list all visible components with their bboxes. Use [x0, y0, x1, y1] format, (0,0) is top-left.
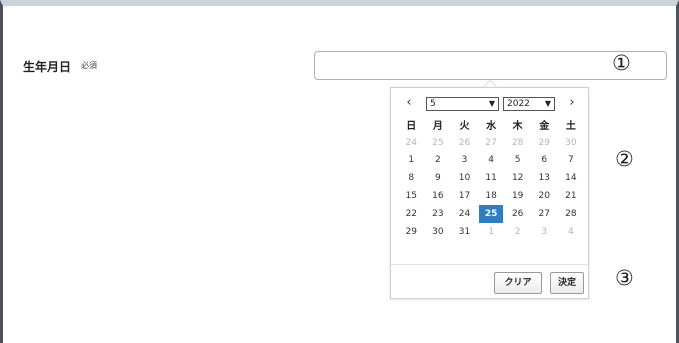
chevron-right-icon[interactable]: › [566, 95, 578, 110]
calendar-day[interactable]: 28 [504, 134, 531, 152]
popup-pointer [483, 80, 497, 87]
calendar-day[interactable]: 24 [451, 205, 478, 223]
weekday-thu: 木 [512, 121, 523, 133]
calendar-day[interactable]: 10 [451, 169, 478, 187]
calendar-week-row: 8 9 10 11 12 13 14 [398, 169, 584, 187]
calendar-grid: 日 月 火 水 木 金 土 24 25 26 27 28 29 30 1 2 3 4 5 6 7 8 9 10 1… [398, 116, 584, 241]
callout-two: ② [615, 147, 634, 171]
calendar-day[interactable]: 8 [398, 169, 425, 187]
calendar-day[interactable]: 28 [558, 205, 585, 223]
calendar-week-row: 24 25 26 27 28 29 30 [398, 134, 584, 152]
confirm-button[interactable]: 決定 [550, 272, 584, 294]
year-select[interactable]: 2022 ▼ [503, 97, 555, 111]
calendar-day-selected[interactable]: 25 [478, 204, 505, 223]
calendar-day[interactable]: 15 [398, 187, 425, 205]
calendar-day[interactable]: 7 [558, 152, 585, 170]
calendar-week-row: 29 30 31 1 2 3 4 [398, 223, 584, 241]
calendar-day[interactable]: 2 [504, 223, 531, 241]
calendar-day[interactable]: 30 [558, 134, 585, 152]
calendar-day[interactable]: 11 [478, 169, 505, 187]
datepicker-popup: ‹ 5 ▼ 2022 ▼ › 日 月 火 水 木 金 土 24 25 26 27 28 2… [390, 87, 589, 299]
calendar-day[interactable]: 9 [425, 169, 452, 187]
calendar-day[interactable]: 20 [531, 187, 558, 205]
month-select-value: 5 [430, 99, 436, 109]
weekday-header-row: 日 月 火 水 木 金 土 [398, 116, 584, 134]
weekday-mon: 月 [432, 121, 443, 133]
calendar-day[interactable]: 21 [558, 187, 585, 205]
calendar-day[interactable]: 29 [531, 134, 558, 152]
calendar-day[interactable]: 26 [451, 134, 478, 152]
calendar-day[interactable]: 24 [398, 134, 425, 152]
calendar-day[interactable]: 22 [398, 205, 425, 223]
chevron-left-icon[interactable]: ‹ [403, 95, 415, 110]
calendar-day[interactable]: 25 [425, 134, 452, 152]
calendar-week-row: 22 23 24 25 26 27 28 [398, 204, 585, 223]
calendar-day[interactable]: 29 [398, 223, 425, 241]
calendar-day[interactable]: 14 [558, 169, 585, 187]
calendar-day[interactable]: 4 [558, 223, 585, 241]
calendar-day[interactable]: 13 [531, 169, 558, 187]
weekday-fri: 金 [539, 121, 550, 133]
month-select[interactable]: 5 ▼ [426, 97, 499, 111]
selected-day-label: 25 [479, 204, 504, 223]
calendar-day[interactable]: 31 [451, 223, 478, 241]
calendar-day[interactable]: 1 [478, 223, 505, 241]
calendar-day[interactable]: 2 [425, 152, 452, 170]
weekday-sat: 土 [565, 121, 576, 133]
calendar-day[interactable]: 23 [425, 205, 452, 223]
calendar-day[interactable]: 5 [504, 152, 531, 170]
chevron-down-icon: ▼ [488, 99, 495, 108]
calendar-day[interactable]: 26 [504, 205, 531, 223]
calendar-day[interactable]: 30 [425, 223, 452, 241]
calendar-day[interactable]: 27 [478, 134, 505, 152]
year-select-value: 2022 [507, 99, 530, 109]
calendar-day[interactable]: 18 [478, 187, 505, 205]
calendar-day[interactable]: 17 [451, 187, 478, 205]
chevron-down-icon: ▼ [544, 99, 551, 108]
calendar-day[interactable]: 3 [531, 223, 558, 241]
calendar-day[interactable]: 27 [531, 205, 558, 223]
calendar-day[interactable]: 4 [478, 152, 505, 170]
callout-three: ③ [615, 266, 634, 290]
weekday-sun: 日 [406, 121, 417, 133]
calendar-week-row: 1234567 [398, 152, 584, 170]
calendar-day[interactable]: 12 [504, 169, 531, 187]
calendar-day[interactable]: 3 [451, 152, 478, 170]
calendar-day[interactable]: 19 [504, 187, 531, 205]
clear-button[interactable]: クリア [494, 272, 542, 294]
callout-one: ① [612, 51, 631, 75]
popup-divider [391, 264, 588, 265]
weekday-tue: 火 [459, 121, 470, 133]
calendar-week-row: 15 16 17 18 19 20 21 [398, 187, 584, 205]
required-badge: 必須 [81, 61, 97, 70]
calendar-day[interactable]: 16 [425, 187, 452, 205]
calendar-day[interactable]: 6 [531, 152, 558, 170]
weekday-wed: 水 [486, 121, 497, 133]
birthdate-label: 生年月日 [23, 60, 72, 74]
calendar-day[interactable]: 1 [398, 152, 425, 170]
